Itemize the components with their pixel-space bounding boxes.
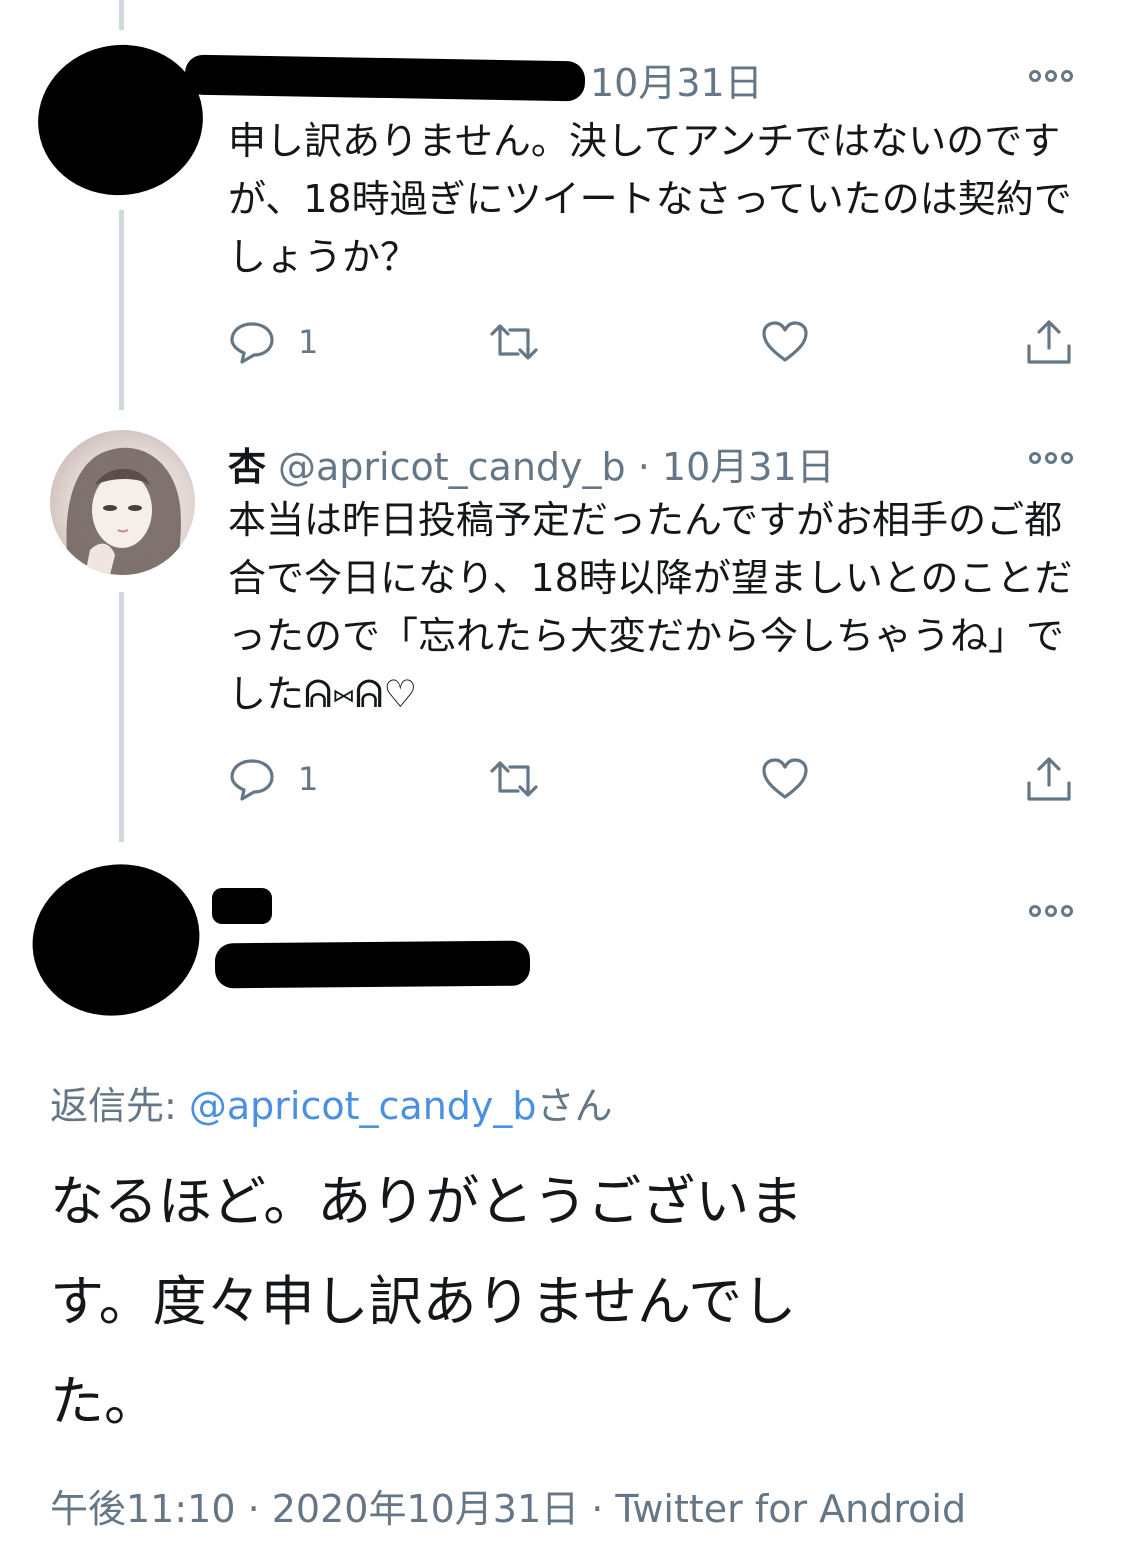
- share-icon: [1027, 320, 1071, 364]
- retweet-icon: [490, 324, 538, 360]
- redacted-name-1: [184, 54, 586, 102]
- retweet-button[interactable]: [486, 318, 542, 366]
- focused-tweet-timestamp: 午後11:10 · 2020年10月31日 · Twitter for Andr…: [50, 1487, 967, 1531]
- reply-button[interactable]: 1: [228, 318, 318, 366]
- reply-to-prefix: 返信先:: [50, 1084, 189, 1128]
- tweet-2-separator: ·: [637, 445, 650, 489]
- redacted-name-2: [212, 888, 272, 924]
- reply-count: 1: [298, 323, 319, 361]
- tweet-2-time[interactable]: 10月31日: [662, 445, 835, 489]
- focused-tweet-text: なるほど。ありがとうございま す。度々申し訳ありませんでし た。: [50, 1170, 804, 1433]
- tweet-2-handle[interactable]: @apricot_candy_b: [278, 445, 626, 489]
- avatar-redacted-1[interactable]: [28, 34, 213, 206]
- more-icon[interactable]: [1029, 70, 1073, 82]
- more-icon[interactable]: [1029, 452, 1073, 464]
- avatar-portrait-image: [66, 447, 181, 575]
- thread-line-2: [119, 592, 124, 842]
- tweet-1-actions: 1: [228, 318, 1078, 368]
- tweet-2-actions: 1: [228, 755, 1078, 805]
- like-button[interactable]: [760, 755, 810, 803]
- avatar-redacted-2[interactable]: [15, 845, 217, 1035]
- reply-count: 1: [298, 760, 319, 798]
- thread-line-top: [119, 0, 124, 30]
- tweet-1-text: 申し訳ありません。決してアンチではないのですが、18時過ぎにツイートなさっていた…: [228, 119, 1072, 279]
- reply-to-line: 返信先: @apricot_candy_bさん: [50, 1075, 613, 1130]
- tweet-2-display-name[interactable]: 杏: [228, 445, 266, 489]
- reply-button[interactable]: 1: [228, 755, 318, 803]
- reply-to-handle[interactable]: @apricot_candy_b: [189, 1084, 537, 1128]
- more-icon[interactable]: [1029, 905, 1073, 917]
- share-button[interactable]: [1024, 755, 1074, 803]
- share-button[interactable]: [1024, 318, 1074, 366]
- reply-icon: [230, 759, 274, 801]
- like-icon: [762, 758, 808, 799]
- tweet-2-text: 本当は昨日投稿予定だったんですがお相手のご都合で今日になり、18時以降が望ましい…: [228, 498, 1073, 716]
- avatar-apricot-candy[interactable]: [50, 430, 195, 575]
- tweet-2-meta: 杏 @apricot_candy_b · 10月31日: [228, 436, 835, 491]
- reply-icon: [230, 322, 274, 364]
- share-icon: [1027, 757, 1071, 801]
- retweet-button[interactable]: [486, 755, 542, 803]
- retweet-icon: [490, 761, 538, 797]
- reply-to-suffix: さん: [536, 1084, 613, 1128]
- thread-line-1: [119, 210, 124, 410]
- like-button[interactable]: [760, 318, 810, 366]
- tweet-1-time[interactable]: 10月31日: [590, 61, 763, 105]
- tweet-1-meta: 10月31日: [590, 52, 763, 107]
- redacted-handle-2: [214, 940, 531, 989]
- like-icon: [762, 321, 808, 362]
